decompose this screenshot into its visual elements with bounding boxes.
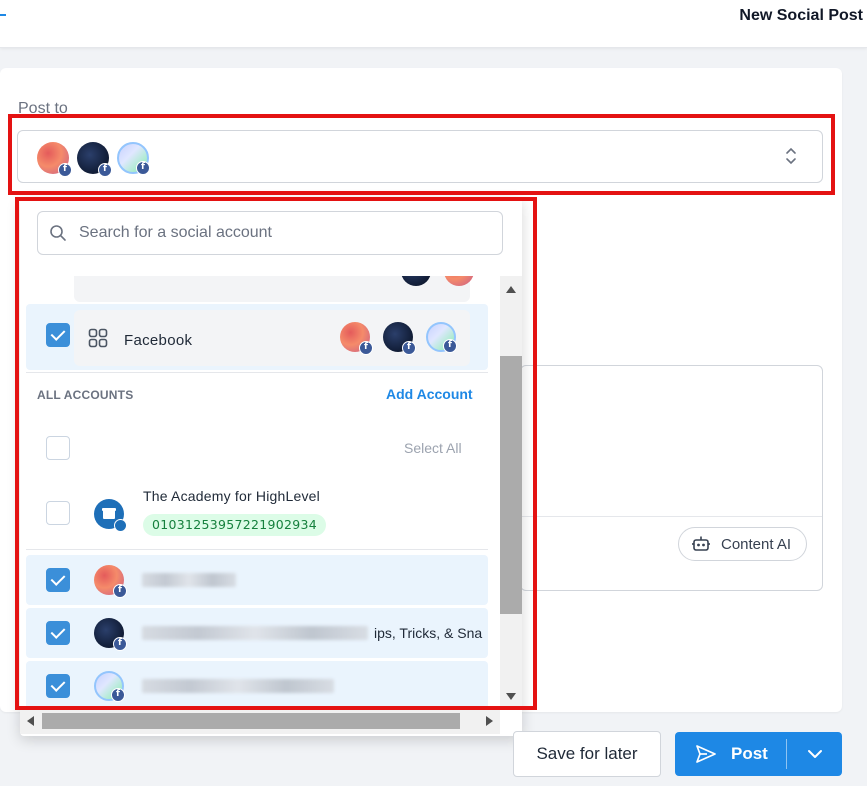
highlight-box xyxy=(15,197,537,710)
scroll-left-icon[interactable] xyxy=(27,716,34,726)
save-for-later-button[interactable]: Save for later xyxy=(513,731,661,777)
post-main-button[interactable]: Post xyxy=(675,732,786,776)
post-label: Post xyxy=(731,744,768,763)
top-bar: New Social Post xyxy=(0,0,867,48)
horizontal-scrollbar[interactable] xyxy=(20,708,500,734)
post-options-button[interactable] xyxy=(787,732,842,776)
chevron-down-icon xyxy=(807,750,822,758)
scroll-thumb[interactable] xyxy=(42,713,460,729)
robot-icon xyxy=(692,536,710,551)
divider xyxy=(521,516,822,517)
scroll-right-icon[interactable] xyxy=(486,716,493,726)
content-ai-button[interactable]: Content AI xyxy=(678,527,807,561)
content-ai-label: Content AI xyxy=(721,535,792,553)
send-icon xyxy=(696,745,716,763)
post-button[interactable]: Post xyxy=(675,732,842,776)
highlight-box xyxy=(8,114,835,195)
page-title: New Social Post xyxy=(739,7,863,24)
back-arrow-icon[interactable] xyxy=(0,14,6,16)
